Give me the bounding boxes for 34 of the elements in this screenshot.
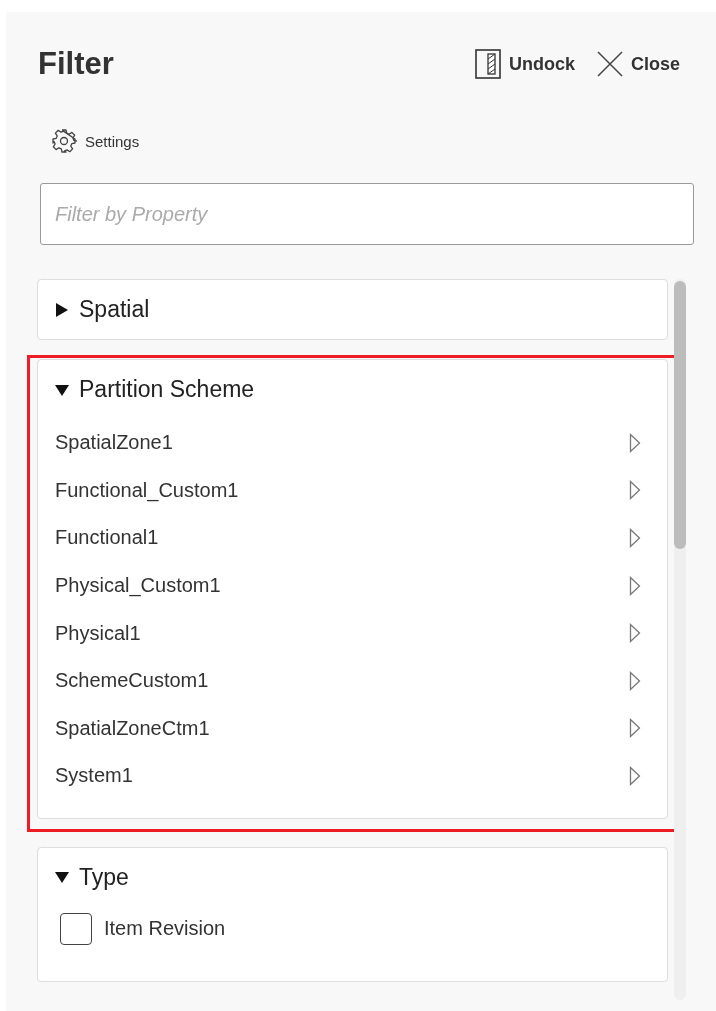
section-header[interactable]: Spatial — [38, 280, 667, 339]
scrollbar-thumb[interactable] — [674, 281, 686, 549]
chevron-right-icon — [629, 718, 641, 739]
scrollbar[interactable] — [674, 279, 686, 1000]
gear-icon — [51, 128, 77, 154]
list-item[interactable]: SpatialZone1 — [38, 419, 667, 467]
list-item[interactable]: Functional_Custom1 — [38, 466, 667, 515]
checkbox[interactable] — [60, 912, 92, 945]
list-item[interactable]: Physical_Custom1 — [38, 561, 667, 610]
list-item[interactable]: Physical1 — [38, 609, 667, 657]
expand-triangle-icon — [55, 302, 69, 317]
undock-button[interactable]: Undock — [474, 47, 575, 81]
section-header[interactable]: Type — [38, 847, 667, 907]
list-item[interactable]: SchemeCustom1 — [38, 656, 667, 705]
list-item[interactable]: System1 — [38, 752, 667, 800]
settings-button[interactable]: Settings — [51, 128, 140, 154]
list-item[interactable]: Functional1 — [38, 514, 667, 562]
filter-input[interactable]: Filter by Property — [40, 183, 694, 245]
close-icon — [596, 51, 623, 77]
chevron-right-icon — [629, 623, 641, 644]
panel-icon — [474, 49, 501, 79]
list-item[interactable]: SpatialZoneCtm1 — [38, 704, 667, 753]
chevron-right-icon — [629, 480, 641, 501]
section-header[interactable]: Partition Scheme — [38, 360, 667, 419]
close-button[interactable]: Close — [596, 49, 680, 79]
chevron-right-icon — [629, 575, 641, 596]
collapse-triangle-icon — [55, 870, 69, 885]
panel-title: Filter — [38, 46, 114, 82]
chevron-right-icon — [629, 765, 641, 786]
collapse-triangle-icon — [55, 382, 69, 397]
chevron-right-icon — [629, 670, 641, 691]
chevron-right-icon — [629, 528, 641, 548]
checkbox-label: Item Revision — [104, 917, 226, 941]
chevron-right-icon — [629, 432, 641, 453]
